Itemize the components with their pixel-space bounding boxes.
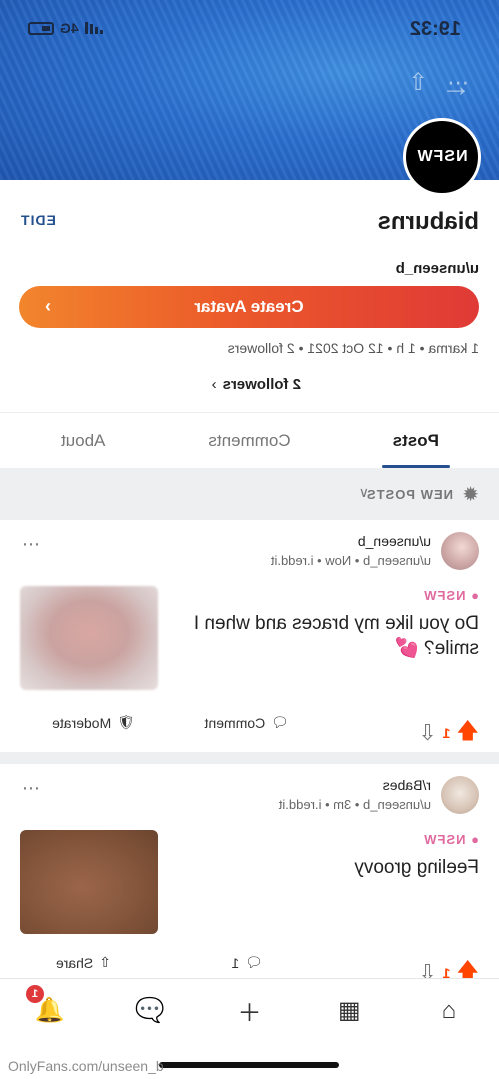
signal-icon — [84, 22, 103, 34]
share-button[interactable]: ⇧ Share — [56, 954, 111, 971]
post-subreddit[interactable]: u/unseen_b — [358, 533, 431, 549]
avatar — [441, 532, 479, 570]
post-thumbnail[interactable] — [20, 830, 158, 934]
vote-group: 🡅 1 ⇩ — [418, 714, 479, 752]
comment-count: 1 — [231, 954, 240, 971]
comment-label: Comment — [204, 714, 266, 731]
tab-posts[interactable]: Posts — [333, 413, 499, 468]
share-icon[interactable]: ⇧ — [408, 68, 428, 97]
status-time: 19:32 — [409, 18, 461, 40]
more-icon[interactable]: ⋯ — [20, 778, 40, 799]
bell-icon[interactable]: 🔔 1 — [0, 979, 100, 1042]
more-icon[interactable]: ⋯ — [446, 70, 469, 96]
comment-button[interactable]: 🗨 1 — [231, 954, 263, 971]
post-title[interactable]: Do you like my braces and when I smile? … — [179, 612, 479, 661]
profile-header: biaburns EDIT u/unseen_b Create Avatar ›… — [0, 180, 499, 412]
plus-icon[interactable]: ＋ — [200, 979, 300, 1042]
edit-button[interactable]: EDIT — [20, 212, 56, 228]
sort-label: NEW POSTS — [365, 487, 453, 502]
post-card[interactable]: u/unseen_b u/unseen_b • Now • i.redd.it … — [0, 520, 499, 752]
post-score: 1 — [442, 725, 451, 741]
nsfw-badge: ● NSFW — [423, 832, 479, 847]
avatar-label: NSFW — [416, 148, 468, 165]
chevron-right-icon: › — [45, 296, 51, 316]
sparkle-icon: ✹ — [462, 484, 479, 506]
create-avatar-button[interactable]: Create Avatar › — [19, 286, 479, 328]
tab-about[interactable]: About — [0, 413, 166, 468]
tab-comments[interactable]: Comments — [166, 413, 332, 468]
comment-icon: 🗨 — [245, 954, 263, 970]
post-thumbnail[interactable] — [20, 586, 158, 690]
upvote-icon[interactable]: 🡅 — [456, 714, 479, 752]
shield-icon: 🛡 — [117, 714, 135, 730]
avatar[interactable]: NSFW — [403, 118, 481, 196]
share-icon: ⇧ — [99, 954, 111, 970]
notification-badge: 1 — [26, 985, 45, 1003]
more-icon[interactable]: ⋯ — [20, 534, 40, 555]
nsfw-label: NSFW — [423, 588, 466, 603]
comment-button[interactable]: 🗨 Comment — [205, 714, 289, 731]
comment-icon: 🗨 — [271, 714, 289, 730]
profile-tabs: Posts Comments About — [0, 412, 499, 468]
profile-handle: u/unseen_b — [395, 260, 479, 277]
sort-bar[interactable]: ✹ NEW POSTS ∨ — [0, 468, 499, 520]
profile-meta: 1 karma • 1 h • 12 Oct 2021 • 2 follower… — [227, 340, 479, 356]
network-label: 4G — [60, 20, 79, 36]
chevron-right-icon: › — [211, 376, 217, 393]
bottom-nav: ⌂ ▦ ＋ 💬 🔔 1 — [0, 978, 499, 1042]
followers-link[interactable]: 2 followers › — [212, 376, 301, 393]
downvote-icon[interactable]: ⇩ — [418, 720, 436, 746]
post-meta: u/unseen_b • Now • i.redd.it — [270, 553, 431, 568]
home-indicator — [159, 1062, 339, 1068]
avatar — [441, 776, 479, 814]
post-subreddit[interactable]: r/Babes — [383, 777, 431, 793]
post-meta: u/unseen_b • 3m • i.redd.it — [278, 797, 431, 812]
nsfw-badge: ● NSFW — [423, 588, 479, 603]
divider — [0, 752, 499, 764]
followers-link-label: 2 followers — [222, 376, 301, 393]
moderate-button[interactable]: 🛡 Moderate — [52, 714, 135, 731]
moderate-label: Moderate — [52, 714, 112, 731]
post-title[interactable]: Feeling groovy — [179, 856, 479, 881]
post-actions: 🡅 1 ⇩ 🗨 Comment 🛡 Moderate — [0, 714, 499, 745]
post-card[interactable]: r/Babes u/unseen_b • 3m • i.redd.it ⋯ ● … — [0, 764, 499, 985]
home-icon[interactable]: ⌂ — [399, 979, 499, 1042]
share-label: Share — [55, 954, 94, 971]
chevron-down-icon: ∨ — [358, 484, 369, 500]
status-indicators: 4G — [28, 20, 103, 36]
grid-icon[interactable]: ▦ — [299, 979, 399, 1042]
chat-icon[interactable]: 💬 — [100, 979, 200, 1042]
create-avatar-label: Create Avatar — [194, 297, 304, 316]
watermark: OnlyFans.com/unseen_b — [8, 1058, 164, 1074]
nsfw-label: NSFW — [423, 832, 466, 847]
battery-icon — [28, 21, 54, 35]
profile-username: biaburns — [377, 208, 479, 235]
